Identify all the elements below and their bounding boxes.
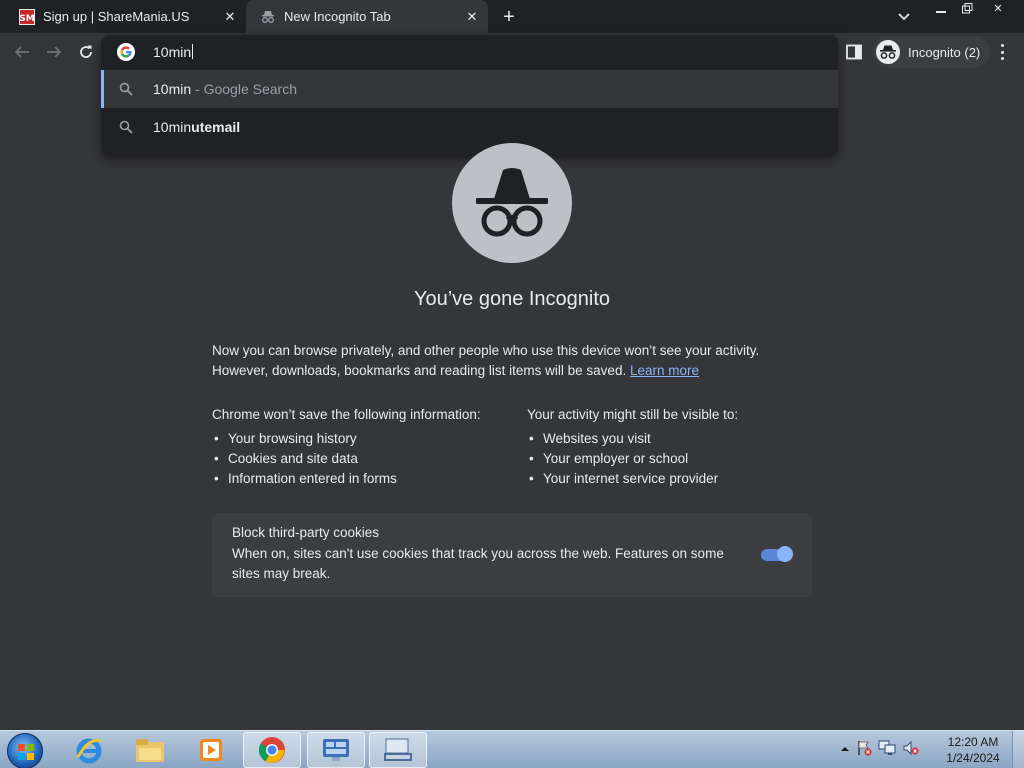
- file-explorer-icon[interactable]: [121, 732, 179, 768]
- wont-save-heading: Chrome won’t save the following informat…: [212, 407, 481, 422]
- list-item: Websites you visit: [527, 429, 817, 449]
- clock-time: 12:20 AM: [947, 735, 999, 749]
- learn-more-link[interactable]: Learn more: [630, 363, 699, 378]
- suggestion-text: 10min - Google Search: [153, 81, 297, 97]
- close-window-icon[interactable]: ✕: [980, 0, 1016, 17]
- internet-explorer-icon[interactable]: [60, 732, 118, 768]
- cookie-card-title: Block third-party cookies: [232, 525, 380, 540]
- suggestion-text: 10minutemail: [153, 119, 241, 135]
- close-tab-icon[interactable]: ✕: [462, 7, 482, 27]
- incognito-intro: Now you can browse privately, and other …: [212, 341, 812, 381]
- cookie-card-description: When on, sites can't use cookies that tr…: [232, 546, 724, 581]
- restore-window-icon[interactable]: [954, 0, 980, 17]
- list-item: Cookies and site data: [212, 449, 512, 469]
- chrome-taskbar-icon[interactable]: [243, 732, 301, 768]
- on-screen-keyboard-icon[interactable]: [369, 732, 427, 768]
- minimize-window-icon[interactable]: [928, 0, 954, 17]
- tab-title: New Incognito Tab: [284, 9, 391, 24]
- tab-strip: SM Sign up | ShareMania.US ✕ New Incogni…: [0, 0, 1024, 33]
- wont-save-section: Chrome won’t save the following informat…: [212, 405, 512, 489]
- action-center-flag-icon[interactable]: [856, 740, 872, 761]
- media-player-icon[interactable]: [182, 732, 240, 768]
- reload-icon[interactable]: [75, 41, 97, 63]
- intro-line-1: Now you can browse privately, and other …: [212, 343, 760, 358]
- still-visible-section: Your activity might still be visible to:…: [527, 405, 817, 489]
- search-icon: [119, 82, 133, 96]
- list-item: Your employer or school: [527, 449, 817, 469]
- tab-sharemania[interactable]: SM Sign up | ShareMania.US ✕: [0, 0, 246, 33]
- new-tab-icon[interactable]: +: [498, 6, 520, 28]
- tab-title: Sign up | ShareMania.US: [43, 9, 190, 24]
- control-panel-icon[interactable]: [307, 732, 365, 768]
- sharemania-favicon-icon: SM: [19, 8, 35, 25]
- incognito-hero-icon: [452, 143, 572, 263]
- system-tray: [840, 737, 920, 763]
- clock-date: 1/24/2024: [946, 751, 1000, 765]
- incognito-favicon-icon: [260, 9, 276, 25]
- google-g-icon: [117, 43, 135, 61]
- side-panel-icon[interactable]: [846, 44, 862, 60]
- show-hidden-icons-icon[interactable]: [840, 741, 850, 759]
- page-title: You’ve gone Incognito: [413, 288, 611, 310]
- list-item: Your internet service provider: [527, 469, 817, 489]
- incognito-avatar-icon: [876, 40, 900, 64]
- suggestion-google-search[interactable]: 10min - Google Search: [101, 70, 838, 108]
- omnibox-typed-text: 10min: [153, 44, 194, 60]
- profile-label: Incognito (2): [908, 44, 981, 60]
- incognito-profile-button[interactable]: Incognito (2): [872, 36, 991, 68]
- start-button-icon[interactable]: [7, 733, 43, 768]
- omnibox-dropdown: 10min 10min - Google Search 10minutemail: [101, 35, 838, 155]
- more-menu-icon[interactable]: [994, 43, 1010, 61]
- tab-new-incognito[interactable]: New Incognito Tab ✕: [246, 0, 488, 33]
- omnibox-input[interactable]: 10min: [101, 35, 838, 69]
- tab-search-chevron-icon[interactable]: [895, 8, 913, 26]
- volume-muted-icon[interactable]: [902, 740, 920, 761]
- close-tab-icon[interactable]: ✕: [220, 7, 240, 27]
- intro-line-2: However, downloads, bookmarks and readin…: [212, 363, 627, 378]
- suggestion-10minutemail[interactable]: 10minutemail: [101, 108, 838, 146]
- list-item: Information entered in forms: [212, 469, 512, 489]
- list-item: Your browsing history: [212, 429, 512, 449]
- svg-text:SM: SM: [19, 14, 34, 24]
- still-visible-heading: Your activity might still be visible to:: [527, 407, 739, 422]
- network-icon[interactable]: [878, 740, 896, 761]
- forward-arrow-icon[interactable]: [43, 41, 65, 63]
- search-icon: [119, 120, 133, 134]
- back-arrow-icon[interactable]: [11, 41, 33, 63]
- show-desktop-button[interactable]: [1012, 731, 1024, 768]
- block-cookies-toggle[interactable]: [761, 546, 793, 562]
- windows-taskbar: 12:20 AM 1/24/2024: [0, 730, 1024, 768]
- taskbar-clock[interactable]: 12:20 AM 1/24/2024: [940, 734, 1006, 766]
- third-party-cookies-card: Block third-party cookies When on, sites…: [212, 513, 812, 597]
